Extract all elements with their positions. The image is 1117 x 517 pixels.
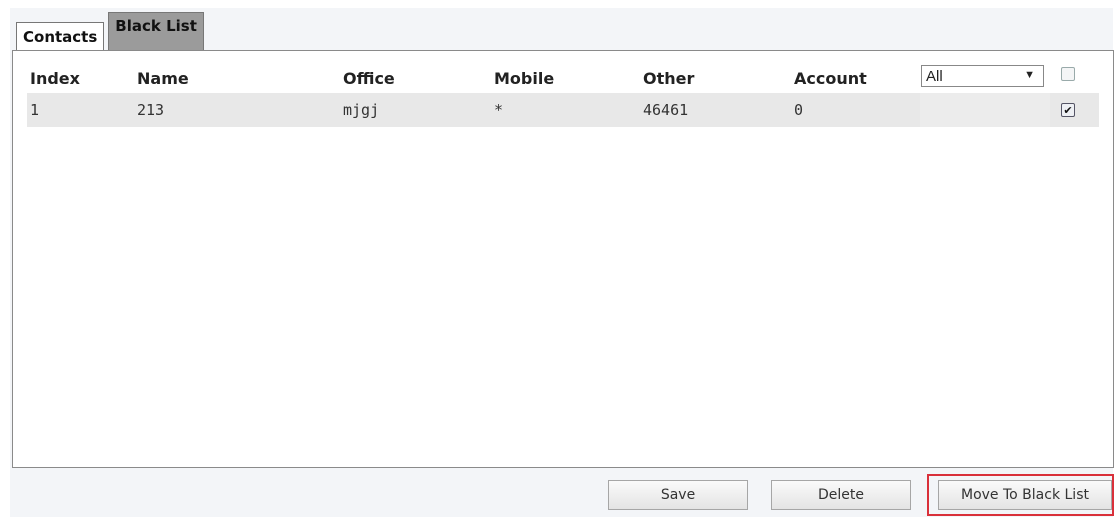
header-index: Index [30, 68, 80, 88]
cell-office: mjgj [343, 101, 380, 119]
cell-index: 1 [30, 101, 40, 119]
header-office: Office [343, 68, 395, 88]
cell-mobile: * [494, 101, 504, 119]
tab-bar: Contacts Black List [16, 12, 204, 50]
contacts-list: Index Name Office Mobile Other Account 1… [12, 50, 1114, 468]
header-other: Other [643, 68, 695, 88]
highlight-box [927, 474, 1114, 516]
header-name: Name [137, 68, 189, 88]
tab-black-list[interactable]: Black List [108, 12, 204, 50]
row-checkbox[interactable]: ✔ [1061, 103, 1075, 117]
header-mobile: Mobile [494, 68, 555, 88]
account-filter-value: All [926, 67, 943, 85]
tab-contacts[interactable]: Contacts [16, 22, 105, 50]
cell-account: 0 [794, 101, 804, 119]
cell-other: 46461 [643, 101, 689, 119]
cell-spacer [920, 93, 1050, 127]
account-filter-select[interactable]: All ▼ [921, 65, 1044, 87]
select-all-checkbox[interactable] [1061, 67, 1075, 81]
header-account: Account [794, 68, 867, 88]
table-row[interactable]: 1 213 mjgj * 46461 0 [27, 93, 1099, 127]
delete-button[interactable]: Delete [771, 480, 911, 510]
save-button[interactable]: Save [608, 480, 748, 510]
chevron-down-icon: ▼ [1024, 69, 1035, 81]
cell-name: 213 [137, 101, 165, 119]
checkmark-icon: ✔ [1063, 103, 1073, 117]
